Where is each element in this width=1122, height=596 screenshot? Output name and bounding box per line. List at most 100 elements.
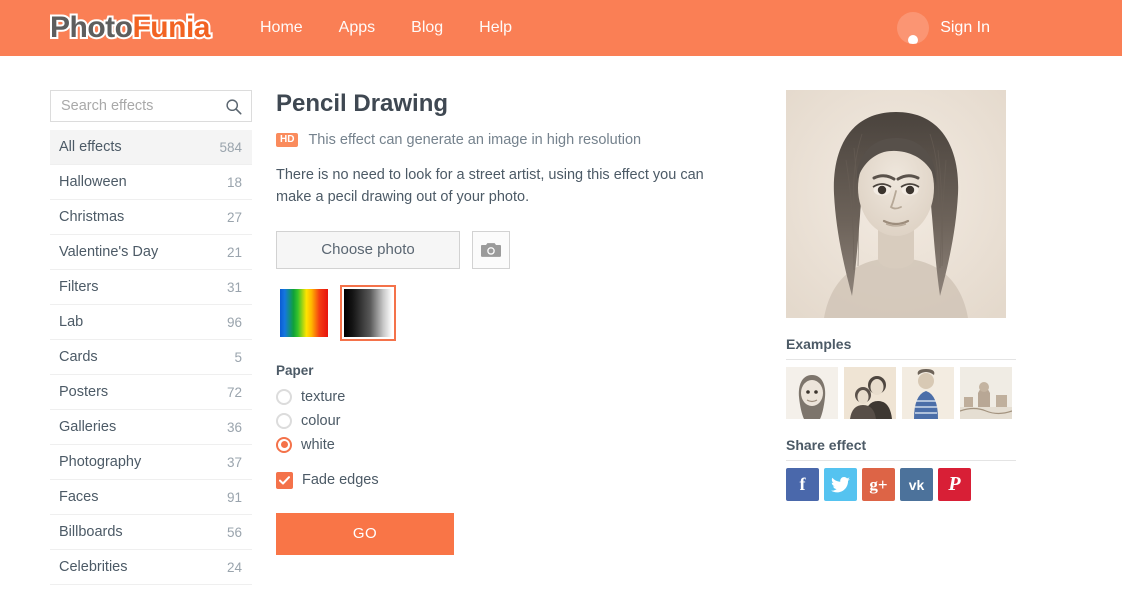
page-title: Pencil Drawing <box>276 90 449 117</box>
example-thumb-cityscape[interactable] <box>960 367 1012 419</box>
category-count: 37 <box>226 454 242 470</box>
pinterest-icon: P <box>948 473 961 495</box>
sidebar-item-filters[interactable]: Filters 31 <box>50 270 252 305</box>
facebook-icon: f <box>799 474 806 494</box>
category-count: 31 <box>226 279 242 295</box>
radio-option-texture[interactable]: texture <box>276 385 736 409</box>
effect-panel: Pencil Drawing HD This effect can genera… <box>276 90 736 585</box>
category-label: Halloween <box>59 174 127 190</box>
logo-text-funia: Funia <box>130 11 212 45</box>
site-header: PhotoFunia Home Apps Blog Help Sign In <box>0 0 1122 56</box>
nav-item-home[interactable]: Home <box>260 19 303 37</box>
radio-label: texture <box>301 388 346 405</box>
category-label: Valentine's Day <box>59 244 159 260</box>
style-swatches <box>276 284 736 341</box>
logo-text-photo: Photo <box>48 11 135 45</box>
example-thumb-person-scarf[interactable] <box>902 367 954 419</box>
category-count: 91 <box>226 489 242 505</box>
category-count: 5 <box>234 349 242 365</box>
sidebar-item-all-effects[interactable]: All effects 584 <box>50 130 252 165</box>
paper-group-label: Paper <box>276 362 314 378</box>
category-count: 72 <box>226 384 242 400</box>
category-label: Celebrities <box>59 559 128 575</box>
category-label: Posters <box>59 384 109 400</box>
sidebar-item-galleries[interactable]: Galleries 36 <box>50 410 252 445</box>
effect-description: There is no need to look for a street ar… <box>276 167 704 205</box>
sidebar-item-lab[interactable]: Lab 96 <box>50 305 252 340</box>
sign-in-label: Sign In <box>940 19 990 36</box>
nav-item-blog[interactable]: Blog <box>411 19 443 37</box>
radio-option-white[interactable]: white <box>276 433 736 457</box>
twitter-icon <box>831 476 850 492</box>
category-list: All effects 584 Halloween 18 Christmas 27 V… <box>50 130 252 585</box>
example-thumb-couple[interactable] <box>844 367 896 419</box>
share-facebook-button[interactable]: f <box>786 468 819 501</box>
sidebar-item-faces[interactable]: Faces 91 <box>50 480 252 515</box>
checkmark-icon <box>279 475 290 484</box>
photo-source-row: Choose photo <box>276 230 736 269</box>
sidebar-item-christmas[interactable]: Christmas 27 <box>50 200 252 235</box>
radio-label: white <box>301 436 335 453</box>
search-input[interactable] <box>51 98 251 114</box>
site-logo[interactable]: PhotoFunia <box>48 11 212 45</box>
share-pinterest-button[interactable]: P <box>938 468 971 501</box>
radio-option-colour[interactable]: colour <box>276 409 736 433</box>
vk-icon: vk <box>908 476 925 493</box>
sidebar-item-photography[interactable]: Photography 37 <box>50 445 252 480</box>
category-label: All effects <box>59 139 122 155</box>
category-label: Billboards <box>59 524 123 540</box>
camera-button[interactable] <box>472 230 510 269</box>
category-label: Faces <box>59 489 99 505</box>
camera-icon <box>481 242 501 257</box>
checkbox-fade-edges[interactable]: Fade edges <box>276 471 736 489</box>
colour-swatch[interactable] <box>276 285 332 341</box>
search-box[interactable] <box>50 90 252 122</box>
examples-title: Examples <box>786 336 1016 360</box>
category-label: Cards <box>59 349 98 365</box>
choose-photo-button[interactable]: Choose photo <box>276 230 460 269</box>
sidebar-item-billboards[interactable]: Billboards 56 <box>50 515 252 550</box>
category-label: Photography <box>59 454 142 470</box>
nav-item-apps[interactable]: Apps <box>339 19 375 37</box>
category-count: 18 <box>226 174 242 190</box>
share-buttons: f g+ vk P <box>786 468 1016 501</box>
category-count: 584 <box>219 139 242 155</box>
black-white-swatch[interactable] <box>340 284 396 341</box>
category-count: 27 <box>226 209 242 225</box>
hd-notice-text: This effect can generate an image in hig… <box>308 132 642 148</box>
category-label: Christmas <box>59 209 125 225</box>
hd-badge: HD <box>276 133 299 147</box>
radio-icon <box>276 412 292 429</box>
radio-icon-selected <box>276 436 292 453</box>
nav-item-help[interactable]: Help <box>479 19 512 37</box>
checkbox-label: Fade edges <box>302 472 379 488</box>
googleplus-icon: g+ <box>869 474 888 494</box>
share-effect-title: Share effect <box>786 437 1016 461</box>
page-body: All effects 584 Halloween 18 Christmas 27 V… <box>0 56 1122 585</box>
category-count: 96 <box>226 314 242 330</box>
sidebar-item-valentines-day[interactable]: Valentine's Day 21 <box>50 235 252 270</box>
examples-list <box>786 367 1016 419</box>
preview-column: Examples Share effect f g+ vk P <box>786 90 1016 585</box>
go-button[interactable]: GO <box>276 512 454 555</box>
main-navigation: Home Apps Blog Help <box>260 19 512 37</box>
category-count: 21 <box>226 244 242 260</box>
share-vk-button[interactable]: vk <box>900 468 933 501</box>
share-twitter-button[interactable] <box>824 468 857 501</box>
share-googleplus-button[interactable]: g+ <box>862 468 895 501</box>
category-count: 24 <box>226 559 242 575</box>
user-avatar-icon <box>897 12 930 44</box>
category-count: 36 <box>226 419 242 435</box>
radio-icon <box>276 388 292 405</box>
example-thumb-portrait-woman[interactable] <box>786 367 838 419</box>
category-label: Filters <box>59 279 99 295</box>
category-label: Lab <box>59 314 84 330</box>
checkbox-icon-checked <box>276 471 293 489</box>
sign-in-button[interactable]: Sign In <box>897 12 990 44</box>
sidebar-item-halloween[interactable]: Halloween 18 <box>50 165 252 200</box>
category-label: Galleries <box>59 419 117 435</box>
hd-notice: HD This effect can generate an image in … <box>276 132 736 148</box>
sidebar-item-posters[interactable]: Posters 72 <box>50 375 252 410</box>
sidebar-item-celebrities[interactable]: Celebrities 24 <box>50 550 252 585</box>
sidebar-item-cards[interactable]: Cards 5 <box>50 340 252 375</box>
